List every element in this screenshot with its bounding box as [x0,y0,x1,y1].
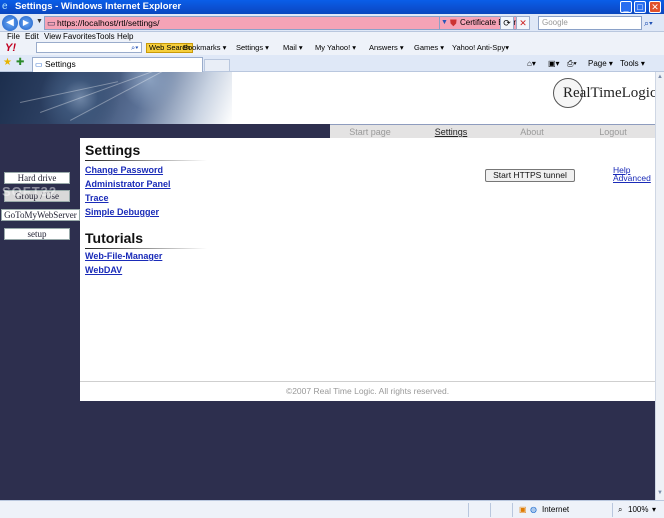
realtimelogic-logo: RealTimeLogic [553,78,655,110]
ie-logo-icon: e [2,1,8,12]
minimize-button[interactable]: _ [620,1,632,13]
page-menu[interactable]: Page ▾ [588,58,613,70]
menu-edit[interactable]: Edit [25,32,39,41]
favorites-star-icon[interactable]: ★ [3,57,12,68]
my-yahoo-button[interactable]: My Yahoo! ▾ [315,41,356,55]
menu-view[interactable]: View [44,32,61,41]
yahoo-search-icon: ⌕▾ [131,43,139,52]
back-arrow-icon[interactable]: ◀ [2,15,18,31]
advanced-link[interactable]: Advanced [613,173,651,183]
forward-arrow-icon[interactable]: ▶ [19,16,33,30]
simple-debugger-link[interactable]: Simple Debugger [85,207,159,217]
heading-rule [85,248,207,249]
menu-tools[interactable]: Tools [96,32,115,41]
shield-warning-icon: ⛊ [450,18,457,28]
scroll-up-icon[interactable]: ▲ [656,74,664,83]
page-icon: ▭ [35,60,43,69]
answers-button[interactable]: Answers ▾ [369,41,404,55]
tab-label: Settings [45,59,76,69]
watermark: SOFT32 [2,184,58,199]
tutorials-heading: Tutorials [85,230,144,246]
address-url: https://localhost/rtl/settings/ [57,18,160,28]
start-https-tunnel-button[interactable]: Start HTTPS tunnel [485,169,575,182]
close-button[interactable]: ✕ [649,1,661,13]
maximize-button[interactable]: □ [634,1,646,13]
zoom-icon[interactable]: ⌕ [618,502,622,518]
address-toolbar: ◀ ▶ ▼ ▭ https://localhost/rtl/settings/ … [0,14,664,32]
page-footer: ©2007 Real Time Logic. All rights reserv… [80,381,655,401]
add-favorites-icon[interactable]: ✚ [16,57,24,68]
home-icon[interactable]: ⌂▾ [527,58,536,70]
search-input[interactable]: Google [538,16,642,30]
scroll-down-icon[interactable]: ▼ [656,490,664,499]
page-icon: ▭ [47,18,56,28]
vertical-scrollbar[interactable]: ▲ ▼ [655,72,664,500]
feeds-icon[interactable]: ▣▾ [548,58,560,70]
nav-logout[interactable]: Logout [573,126,653,138]
page-viewport: RealTimeLogic Start page Settings About … [0,72,655,500]
yahoo-toolbar: Y! ⌕▾ Web Search Bookmarks ▾ Settings ▾ … [0,41,664,55]
nav-settings[interactable]: Settings [411,126,491,138]
main-content: Settings Change Password Administrator P… [80,138,655,401]
tab-bar: ★ ✚ ▭ Settings ⌂▾ ▣▾ ⎙▾ Page ▾ Tools ▾ [0,55,664,72]
print-icon[interactable]: ⎙▾ [567,58,577,70]
sidebar: Hard drive Group / Use GoToMyWebServer s… [0,138,80,500]
tab-settings[interactable]: ▭ Settings [32,57,203,72]
title-bar: e Settings - Windows Internet Explorer _… [0,0,664,14]
zoom-level[interactable]: 100% [628,502,648,518]
administrator-panel-link[interactable]: Administrator Panel [85,179,171,189]
bookmarks-button[interactable]: Bookmarks ▾ [183,41,226,55]
heading-rule [85,160,207,161]
sidebar-hard-drive[interactable]: Hard drive [4,172,70,184]
menu-favorites[interactable]: Favorites [63,32,96,41]
menu-bar: File Edit View Favorites Tools Help [0,32,664,41]
site-header: RealTimeLogic [0,72,655,124]
zoom-dropdown-icon[interactable]: ▾ [652,502,656,518]
internet-zone-icon: ◍ [530,505,537,514]
anti-spy-button[interactable]: Yahoo! Anti-Spy▾ [452,41,509,55]
address-dropdown-icon[interactable]: ▼ [441,17,448,29]
refresh-icon[interactable]: ⟳ [500,16,514,30]
trace-link[interactable]: Trace [85,193,109,203]
new-tab-button[interactable] [204,59,230,72]
yahoo-search-input[interactable] [36,42,142,53]
settings-heading: Settings [85,142,141,158]
header-banner-image [0,72,232,124]
zone-label: Internet [542,505,570,514]
games-button[interactable]: Games ▾ [414,41,444,55]
web-file-manager-link[interactable]: Web-File-Manager [85,251,162,261]
protected-mode-icon: ▣ [519,505,527,514]
logo-text: RealTimeLogic [563,85,655,101]
menu-help[interactable]: Help [117,32,133,41]
yahoo-logo[interactable]: Y! [5,41,16,55]
bottom-background [80,401,655,500]
history-dropdown-icon[interactable]: ▼ [36,18,43,25]
sidebar-gotomywebserver[interactable]: GoToMyWebServer [1,209,80,221]
menu-file[interactable]: File [7,32,20,41]
nav-start-page[interactable]: Start page [330,126,410,138]
stop-icon[interactable]: ✕ [516,16,530,30]
change-password-link[interactable]: Change Password [85,165,163,175]
window-title: Settings - Windows Internet Explorer [15,1,182,12]
search-icon[interactable]: ⌕▾ [644,16,662,30]
nav-about[interactable]: About [492,126,572,138]
status-bar: ▣ ◍ Internet ⌕ 100% ▾ [0,500,664,518]
sidebar-setup[interactable]: setup [4,228,70,240]
tools-menu[interactable]: Tools ▾ [620,58,645,70]
webdav-link[interactable]: WebDAV [85,265,122,275]
top-navigation: Start page Settings About Logout [0,124,655,138]
yahoo-settings-button[interactable]: Settings ▾ [236,41,269,55]
mail-button[interactable]: Mail ▾ [283,41,303,55]
